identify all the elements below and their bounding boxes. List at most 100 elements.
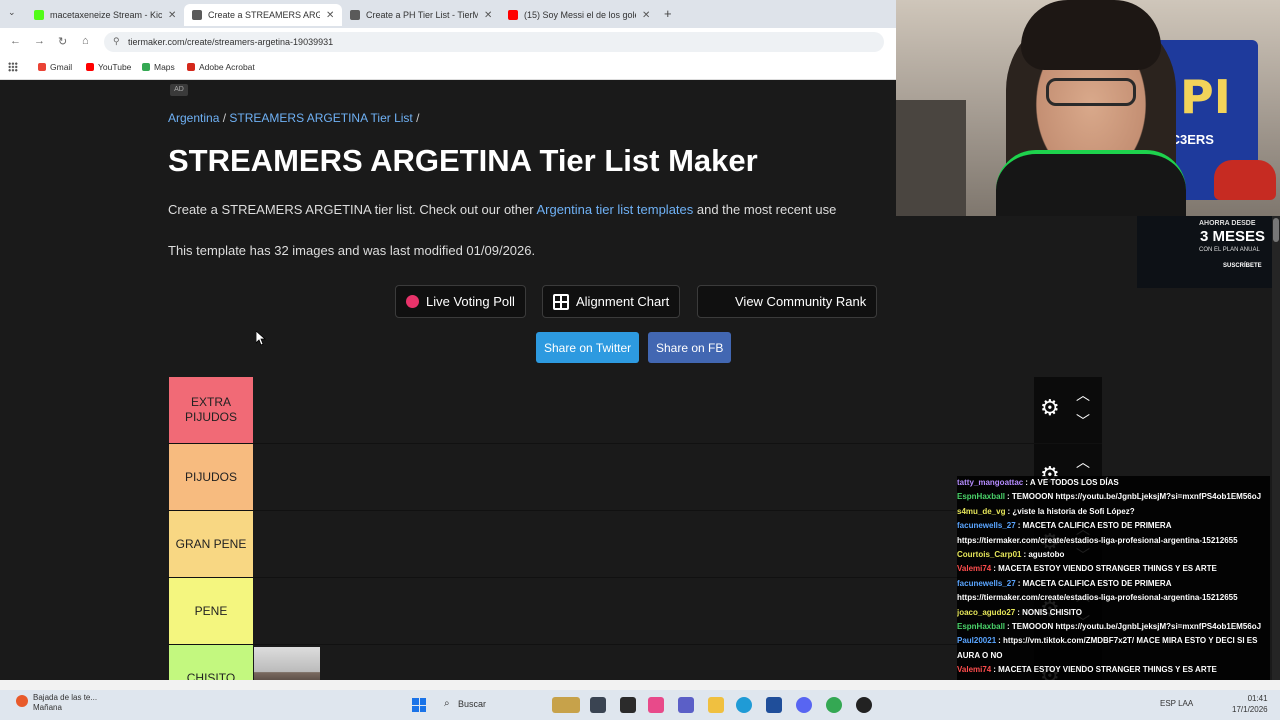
chevron-up-icon[interactable]: ︿: [1076, 385, 1090, 405]
tier-label[interactable]: CHISITO: [169, 645, 253, 680]
tier-label[interactable]: PIJUDOS: [169, 444, 253, 510]
tier-item-image[interactable]: [254, 647, 320, 680]
forward-icon[interactable]: →: [34, 35, 45, 47]
bookmark-youtube[interactable]: YouTube: [86, 62, 131, 72]
tab-youtube[interactable]: (15) Soy Messi el de los goles ✕: [500, 4, 658, 26]
tier-items-dropzone[interactable]: [254, 511, 1034, 577]
page-scrollbar[interactable]: [1272, 216, 1280, 680]
clock[interactable]: 01:41 17/1/2026: [1232, 693, 1268, 715]
new-tab-plus-icon[interactable]: +: [664, 6, 672, 21]
tier-items-dropzone[interactable]: [254, 377, 1034, 443]
chat-username: Valemi74: [957, 665, 992, 675]
tab-kick[interactable]: macetaxeneize Stream - Kick D ✕: [26, 4, 184, 26]
ad-cta: SUSCRÍBETE: [1223, 263, 1262, 269]
gmail-icon: [38, 63, 46, 71]
chrome-icon[interactable]: [826, 697, 842, 713]
breadcrumb-link-tierlist[interactable]: STREAMERS ARGETINA Tier List: [229, 111, 412, 125]
maps-icon: [142, 63, 150, 71]
chat-username: Courtois_Carp01: [957, 550, 1022, 560]
site-info-icon[interactable]: ⚲: [113, 36, 120, 47]
youtube-favicon-icon: [508, 10, 518, 20]
back-icon[interactable]: ←: [10, 35, 21, 47]
description-text: Create a STREAMERS ARGETINA tier list. C…: [168, 202, 537, 217]
obs-icon[interactable]: [856, 697, 872, 713]
bookmark-label: Gmail: [50, 62, 73, 72]
search-placeholder: Buscar: [458, 699, 487, 709]
file-explorer-icon[interactable]: [708, 697, 724, 713]
copilot-icon[interactable]: [648, 697, 664, 713]
weather-icon: [16, 695, 28, 707]
taskbar-widget-icon[interactable]: [552, 697, 580, 713]
bookmark-label: Maps: [154, 62, 175, 72]
ad-badge: AD: [170, 84, 188, 96]
page-description: Create a STREAMERS ARGETINA tier list. C…: [168, 202, 836, 217]
chat-username: s4mu_de_vg: [957, 506, 1006, 516]
apps-grid-icon[interactable]: [8, 62, 18, 72]
edge-icon[interactable]: [736, 697, 752, 713]
breadcrumb-separator: /: [219, 111, 230, 125]
tab-title: macetaxeneize Stream - Kick D: [50, 10, 162, 20]
chat-username: joaco_agudo27: [957, 607, 1016, 617]
bookmark-label: YouTube: [98, 62, 132, 72]
discord-icon[interactable]: [796, 697, 812, 713]
capcut-icon[interactable]: [620, 697, 636, 713]
chevron-up-icon[interactable]: ︿: [1076, 452, 1090, 472]
tier-label[interactable]: EXTRA PIJUDOS: [169, 377, 253, 443]
clock-date: 17/1/2026: [1232, 705, 1268, 714]
button-label: View Community Rank: [735, 294, 867, 309]
scrollbar-thumb[interactable]: [1273, 218, 1279, 242]
tier-label[interactable]: PENE: [169, 578, 253, 644]
tiermaker-favicon-icon: [192, 10, 202, 20]
weather-widget[interactable]: Bajada de las te... Mañana: [16, 693, 97, 713]
share-twitter-button[interactable]: Share on Twitter: [536, 332, 640, 363]
tier-label[interactable]: GRAN PENE: [169, 511, 253, 577]
live-voting-poll-button[interactable]: Live Voting Poll: [395, 285, 526, 318]
close-icon[interactable]: ✕: [642, 10, 650, 21]
advertisement-banner[interactable]: AHORRA DESDE 3 MESES CON EL PLAN ANUAL S…: [1137, 216, 1272, 288]
youtube-icon: [86, 63, 94, 71]
templates-link[interactable]: Argentina tier list templates: [536, 202, 693, 217]
store-icon[interactable]: [766, 697, 782, 713]
chevron-down-icon[interactable]: ﹀: [1076, 411, 1090, 431]
record-dot-icon: [406, 295, 419, 308]
chat-text: : ¿viste la historia de Sofi López?: [1007, 506, 1135, 516]
background-object: [896, 100, 966, 216]
tier-items-dropzone[interactable]: [254, 578, 1034, 644]
close-icon[interactable]: ✕: [484, 10, 492, 21]
tab-search-chevron-icon[interactable]: ⌄: [8, 7, 16, 18]
windows-start-icon[interactable]: [412, 698, 426, 712]
tab-title: Create a PH Tier List - TierMake: [366, 10, 478, 20]
chat-message: Valemi74: MACETA ESTOY VIENDO STRANGER T…: [957, 562, 1270, 576]
chat-username: Valemi74: [957, 564, 992, 574]
breadcrumb-separator: /: [412, 111, 420, 125]
chat-message: Paul20021: https://vm.tiktok.com/ZMDBF7x…: [957, 634, 1270, 663]
gear-icon[interactable]: ⚙: [1040, 397, 1062, 419]
tab-tiermaker-active[interactable]: Create a STREAMERS ARGETIN ✕: [184, 4, 343, 26]
url-bar[interactable]: ⚲ tiermaker.com/create/streamers-argetin…: [104, 32, 884, 52]
jersey-text: PI: [1180, 70, 1231, 124]
tier-items-dropzone[interactable]: [254, 444, 1034, 510]
bookmark-maps[interactable]: Maps: [142, 62, 175, 72]
alignment-chart-button[interactable]: Alignment Chart: [542, 285, 681, 318]
grid-icon: [553, 293, 569, 310]
close-icon[interactable]: ✕: [168, 10, 176, 21]
chat-username: EspnHaxball: [957, 492, 1006, 502]
breadcrumb: Argentina / STREAMERS ARGETINA Tier List…: [168, 111, 419, 125]
task-view-icon[interactable]: [590, 697, 606, 713]
teams-icon[interactable]: [678, 697, 694, 713]
toy-car: [1214, 160, 1276, 200]
bookmark-gmail[interactable]: Gmail: [38, 62, 72, 72]
bookmark-acrobat[interactable]: Adobe Acrobat: [187, 62, 255, 72]
view-community-rank-button[interactable]: View Community Rank: [697, 285, 878, 318]
chat-message: s4mu_de_vg: ¿viste la historia de Sofi L…: [957, 505, 1270, 519]
share-facebook-button[interactable]: Share on FB: [648, 332, 732, 363]
tab-ph-tierlist[interactable]: Create a PH Tier List - TierMake ✕: [342, 4, 500, 26]
breadcrumb-link-argentina[interactable]: Argentina: [168, 111, 219, 125]
home-icon[interactable]: ⌂: [82, 35, 89, 47]
system-tray[interactable]: ESP LAA: [1160, 699, 1193, 708]
reload-icon[interactable]: ↻: [58, 35, 67, 48]
tier-items-dropzone[interactable]: [254, 645, 1034, 680]
chat-text: : https://vm.tiktok.com/ZMDBF7x2T/ MACE …: [957, 636, 1258, 660]
kick-favicon-icon: [34, 10, 44, 20]
close-icon[interactable]: ✕: [326, 10, 334, 21]
